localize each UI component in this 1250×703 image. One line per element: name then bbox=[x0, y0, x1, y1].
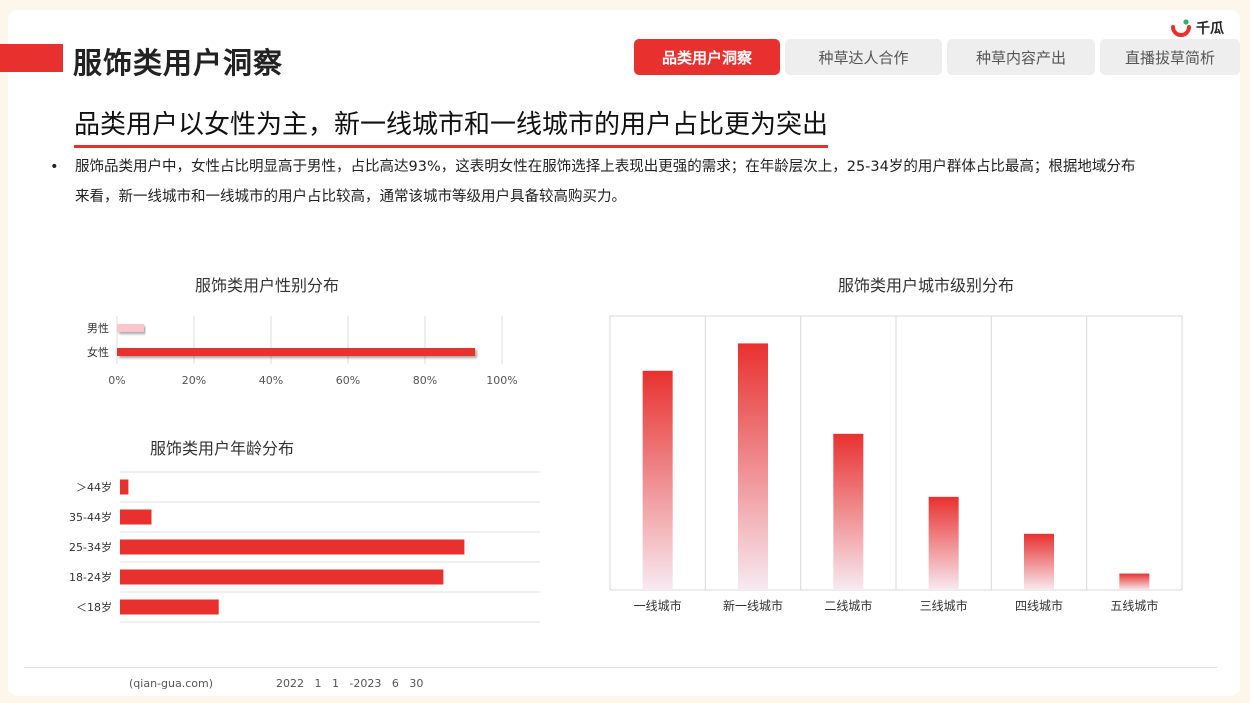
page-title: 服饰类用户洞察 bbox=[73, 46, 284, 80]
city-bar bbox=[928, 496, 959, 590]
footer-divider bbox=[24, 667, 1217, 668]
footer-source: (qian-gua.com) bbox=[129, 677, 213, 690]
headline: 品类用户以女性为主，新一线城市和一线城市的用户占比更为突出 bbox=[74, 104, 829, 148]
tab-user-insight[interactable]: 品类用户洞察 bbox=[634, 39, 780, 75]
city-category-label: 四线城市 bbox=[1015, 598, 1063, 613]
city-bar bbox=[833, 433, 864, 590]
title-accent-bar bbox=[0, 44, 63, 72]
city-category-label: 五线城市 bbox=[1110, 598, 1158, 613]
age-bar bbox=[120, 509, 152, 525]
age-bar bbox=[120, 539, 465, 555]
gender-category-label: 女性 bbox=[87, 345, 109, 359]
footer-date-range: 2022 1 1 -2023 6 30 bbox=[276, 677, 424, 690]
gender-category-label: 男性 bbox=[87, 321, 109, 335]
city-bar bbox=[1119, 573, 1150, 590]
gender-bar bbox=[117, 324, 144, 332]
gender-x-tick-label: 40% bbox=[259, 374, 283, 387]
tab-live-analysis[interactable]: 直播拔草简析 bbox=[1100, 39, 1240, 75]
age-bar bbox=[120, 599, 219, 615]
city-bar bbox=[642, 370, 673, 590]
age-chart: ＞44岁 35-44岁 25-34岁 18-24岁 ＜18岁 bbox=[69, 471, 540, 623]
city-category-label: 一线城市 bbox=[634, 598, 682, 613]
summary-text: 服饰品类用户中，女性占比明显高于男性，占比高达93%，这表明女性在服饰选择上表现… bbox=[75, 159, 1136, 205]
gender-bar bbox=[117, 348, 476, 356]
gender-chart-title: 服饰类用户性别分布 bbox=[195, 276, 340, 295]
gender-chart: 0% 20% 40% 60% 80% 100% 男性女性 bbox=[87, 316, 518, 387]
bullet-marker: • bbox=[50, 159, 59, 175]
age-category-label: ＞44岁 bbox=[76, 480, 112, 494]
city-category-label: 二线城市 bbox=[824, 598, 872, 613]
city-chart: 一线城市 新一线城市 二线城市 三线城市 四线城市 五线城市 bbox=[609, 315, 1183, 613]
age-bar bbox=[120, 569, 444, 585]
tab-kol-cooperation[interactable]: 种草达人合作 bbox=[785, 39, 942, 75]
age-bar bbox=[120, 479, 129, 495]
age-category-label: 35-44岁 bbox=[69, 510, 112, 524]
age-category-label: ＜18岁 bbox=[76, 600, 112, 614]
gender-x-tick-label: 100% bbox=[486, 374, 517, 387]
age-category-label: 25-34岁 bbox=[69, 540, 112, 554]
gender-x-tick-label: 20% bbox=[182, 374, 206, 387]
city-category-label: 三线城市 bbox=[920, 598, 968, 613]
logo-text: 千瓜 bbox=[1196, 21, 1224, 37]
gender-x-tick-label: 60% bbox=[336, 374, 360, 387]
qiangua-logo-icon bbox=[1171, 19, 1191, 37]
city-bar bbox=[738, 343, 768, 590]
city-bar bbox=[1024, 533, 1054, 590]
tab-bar: 品类用户洞察 种草达人合作 种草内容产出 直播拔草简析 bbox=[634, 39, 1240, 75]
city-category-label: 新一线城市 bbox=[723, 598, 783, 613]
gender-x-tick-label: 0% bbox=[108, 374, 125, 387]
age-category-label: 18-24岁 bbox=[69, 570, 112, 584]
age-chart-title: 服饰类用户年龄分布 bbox=[150, 439, 295, 458]
brand-logo: 千瓜 bbox=[1170, 17, 1224, 39]
city-chart-title: 服饰类用户城市级别分布 bbox=[838, 276, 1015, 295]
gender-x-tick-label: 80% bbox=[413, 374, 437, 387]
tab-content-output[interactable]: 种草内容产出 bbox=[947, 39, 1095, 75]
